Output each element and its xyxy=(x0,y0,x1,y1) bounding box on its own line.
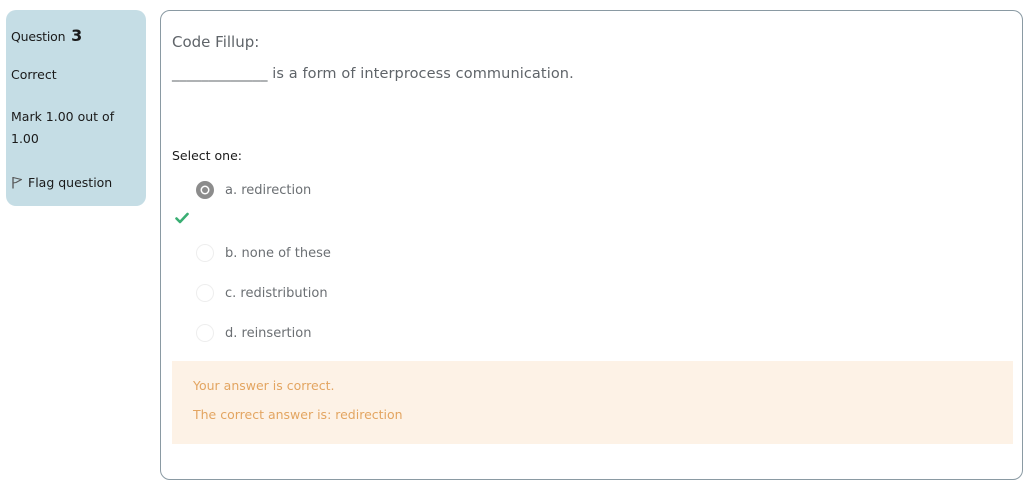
question-title: Code Fillup: xyxy=(172,33,260,51)
flag-icon xyxy=(11,173,28,192)
flag-question-button[interactable]: Flag question xyxy=(11,173,112,192)
answer-option-a[interactable]: a. redirection xyxy=(196,181,311,199)
question-grade: Mark 1.00 out of 1.00 xyxy=(11,109,115,146)
feedback-status: Your answer is correct. xyxy=(193,378,335,393)
radio-button[interactable] xyxy=(196,324,214,342)
question-text: _____________ is a form of interprocess … xyxy=(172,66,574,82)
answer-option-label: c. redistribution xyxy=(225,285,328,301)
radio-button[interactable] xyxy=(196,284,214,302)
answer-option-label: b. none of these xyxy=(225,245,331,261)
answer-option-label: d. reinsertion xyxy=(225,325,312,341)
answer-option-b[interactable]: b. none of these xyxy=(196,244,331,262)
feedback-box: Your answer is correct. The correct answ… xyxy=(172,361,1013,444)
answer-option-d[interactable]: d. reinsertion xyxy=(196,324,311,342)
question-content: Code Fillup: _____________ is a form of … xyxy=(160,10,1023,480)
answer-prompt: Select one: xyxy=(172,148,243,163)
answer-option-c[interactable]: c. redistribution xyxy=(196,284,328,302)
radio-button-selected[interactable] xyxy=(196,181,214,199)
question-number: Question 3 xyxy=(11,26,82,45)
question-state: Correct xyxy=(11,67,57,82)
question-info-panel: Question 3 Correct Mark 1.00 out of 1.00… xyxy=(6,10,146,206)
correct-answer-text: The correct answer is: redirection xyxy=(193,407,403,422)
question-number-value: 3 xyxy=(71,26,83,45)
radio-button[interactable] xyxy=(196,244,214,262)
flag-question-label: Flag question xyxy=(28,175,113,190)
question-label: Question xyxy=(11,29,66,44)
answer-option-label: a. redirection xyxy=(225,182,312,198)
correct-check-icon xyxy=(175,209,189,228)
